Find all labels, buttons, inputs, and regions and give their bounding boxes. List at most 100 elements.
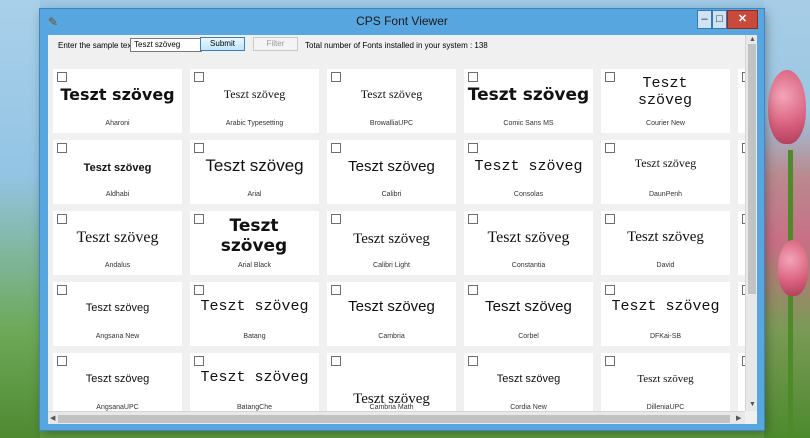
font-sample-text: Teszt szöveg — [360, 87, 423, 101]
font-name-label: Comic Sans MS — [503, 120, 554, 127]
font-sample-text: Teszt szöveg — [496, 373, 561, 385]
font-card[interactable]: Teszt szöveg Calibri — [327, 140, 456, 204]
scroll-right-icon[interactable]: ▶ — [736, 415, 741, 423]
font-grid: Teszt szöveg Aharoni Teszt szöveg Arabic Ty… — [48, 69, 745, 411]
font-select-checkbox[interactable] — [194, 285, 204, 295]
font-card[interactable]: Teszt szöveg Arial — [190, 140, 319, 204]
font-card[interactable]: Teszt szöveg Arabic Typesetting — [190, 69, 319, 133]
font-select-checkbox[interactable] — [468, 285, 478, 295]
font-name-label: Aharoni — [105, 120, 130, 127]
font-select-checkbox[interactable] — [468, 356, 478, 366]
font-card[interactable]: Teszt szöveg Corbel — [464, 282, 593, 346]
font-sample-text: Teszt szöveg — [220, 216, 288, 256]
vertical-scroll-thumb[interactable] — [748, 44, 756, 294]
font-sample-text: Teszt szöveg — [487, 229, 570, 246]
font-select-checkbox[interactable] — [57, 285, 67, 295]
font-card[interactable]: Teszt szöveg BatangChe — [190, 353, 319, 411]
font-select-checkbox[interactable] — [605, 214, 615, 224]
font-select-checkbox[interactable] — [605, 285, 615, 295]
font-card[interactable]: Teszt szöveg — [738, 282, 745, 346]
font-select-checkbox[interactable] — [331, 214, 341, 224]
font-name-label: Calibri — [381, 191, 402, 198]
font-card[interactable]: Teszt szöveg BrowalliaUPC — [327, 69, 456, 133]
font-card[interactable]: Teszt szöveg Arial Black — [190, 211, 319, 275]
font-select-checkbox[interactable] — [194, 143, 204, 153]
font-sample-text: Teszt szöveg — [348, 158, 435, 175]
scroll-down-icon[interactable]: ▼ — [749, 401, 756, 409]
font-sample-text: Teszt szöveg — [83, 162, 152, 174]
font-card[interactable]: Teszt szöveg Comic Sans MS — [464, 69, 593, 133]
font-select-checkbox[interactable] — [605, 143, 615, 153]
font-name-label: Calibri Light — [373, 262, 410, 269]
font-select-checkbox[interactable] — [57, 356, 67, 366]
font-card[interactable]: Teszt szöveg DFKai-SB — [601, 282, 730, 346]
font-select-checkbox[interactable] — [194, 72, 204, 82]
scroll-up-icon[interactable]: ▲ — [749, 36, 756, 44]
font-card[interactable]: Teszt szöveg Aharoni — [53, 69, 182, 133]
sample-text-input[interactable]: Teszt szöveg — [130, 38, 202, 52]
font-sample-text: Teszt szöveg — [76, 229, 159, 246]
close-button[interactable]: ✕ — [727, 10, 758, 29]
vertical-scrollbar[interactable]: ▲ ▼ — [745, 35, 757, 411]
minimize-button[interactable]: – — [697, 10, 712, 29]
font-card[interactable]: Teszt szöveg Andalus — [53, 211, 182, 275]
title-bar[interactable]: ✎ CPS Font Viewer – □ ✕ — [40, 9, 764, 35]
font-card[interactable]: Teszt szöveg Cambria Math — [327, 353, 456, 411]
submit-button[interactable]: Submit — [200, 37, 245, 51]
font-count-label: Total number of Fonts installed in your … — [305, 41, 488, 50]
font-card[interactable]: Teszt szöveg — [738, 211, 745, 275]
font-name-label: Aldhabi — [105, 191, 130, 198]
horizontal-scroll-thumb[interactable] — [58, 415, 730, 423]
font-card[interactable]: Teszt szöveg — [738, 69, 745, 133]
font-sample-text: Teszt szöveg — [485, 298, 572, 315]
desktop-background-right — [764, 0, 810, 438]
font-card[interactable]: Teszt szöveg David — [601, 211, 730, 275]
font-select-checkbox[interactable] — [605, 356, 615, 366]
font-sample-text: Teszt szöveg — [637, 75, 692, 110]
font-select-checkbox[interactable] — [57, 72, 67, 82]
scroll-left-icon[interactable]: ◀ — [50, 415, 55, 423]
font-card[interactable]: Teszt szöveg Angsana New — [53, 282, 182, 346]
font-select-checkbox[interactable] — [194, 356, 204, 366]
font-card[interactable]: Teszt szöveg Consolas — [464, 140, 593, 204]
font-sample-text: Teszt szöveg — [85, 373, 150, 385]
font-name-label: DilleniaUPC — [646, 404, 685, 411]
font-select-checkbox[interactable] — [331, 356, 341, 366]
font-card[interactable]: Teszt szöveg DaunPenh — [601, 140, 730, 204]
font-select-checkbox[interactable] — [194, 214, 204, 224]
font-card[interactable]: Teszt szöveg Cambria — [327, 282, 456, 346]
font-select-checkbox[interactable] — [331, 285, 341, 295]
filter-button[interactable]: Filter — [253, 37, 298, 51]
font-card[interactable]: Teszt szöveg — [738, 353, 745, 411]
font-select-checkbox[interactable] — [468, 214, 478, 224]
font-select-checkbox[interactable] — [57, 143, 67, 153]
font-sample-text: Teszt szöveg — [205, 156, 304, 175]
window-title: CPS Font Viewer — [356, 14, 448, 28]
font-card[interactable]: Teszt szöveg AngsanaUPC — [53, 353, 182, 411]
font-card[interactable]: Teszt szöveg Batang — [190, 282, 319, 346]
font-name-label: Cambria — [378, 333, 405, 340]
font-card[interactable]: Teszt szöveg Aldhabi — [53, 140, 182, 204]
font-name-label: Corbel — [518, 333, 539, 340]
font-select-checkbox[interactable] — [331, 72, 341, 82]
font-card[interactable]: Teszt szöveg DilleniaUPC — [601, 353, 730, 411]
font-name-label: AngsanaUPC — [96, 404, 139, 411]
font-select-checkbox[interactable] — [57, 214, 67, 224]
font-card[interactable]: Teszt szöveg — [738, 140, 745, 204]
font-card[interactable]: Teszt szöveg Calibri Light — [327, 211, 456, 275]
font-card[interactable]: Teszt szöveg Cordia New — [464, 353, 593, 411]
horizontal-scrollbar[interactable]: ◀ ▶ — [48, 411, 745, 424]
font-select-checkbox[interactable] — [605, 72, 615, 82]
font-select-checkbox[interactable] — [331, 143, 341, 153]
font-sample-text: Teszt szöveg — [200, 369, 309, 386]
font-sample-text: Teszt szöveg — [348, 298, 435, 315]
maximize-button[interactable]: □ — [712, 10, 727, 29]
font-select-checkbox[interactable] — [468, 143, 478, 153]
font-card[interactable]: Teszt szöveg Constantia — [464, 211, 593, 275]
font-select-checkbox[interactable] — [468, 72, 478, 82]
font-sample-text: Teszt szöveg — [637, 373, 694, 385]
app-window: ✎ CPS Font Viewer – □ ✕ Enter the sample… — [40, 9, 764, 430]
font-sample-text: Teszt szöveg — [627, 229, 704, 245]
font-card[interactable]: Teszt szöveg Courier New — [601, 69, 730, 133]
font-name-label: Batang — [243, 333, 266, 340]
